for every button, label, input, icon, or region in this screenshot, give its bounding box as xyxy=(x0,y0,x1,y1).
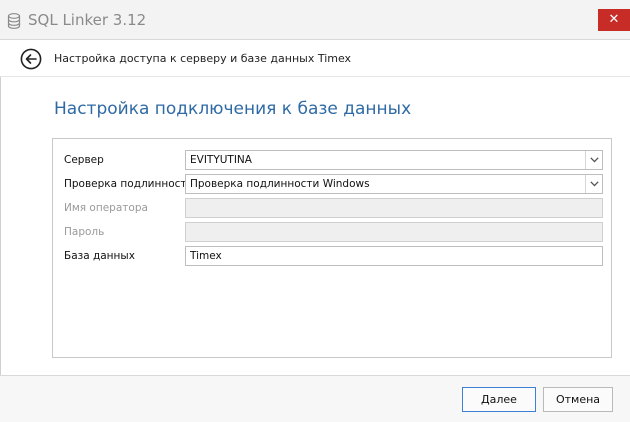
back-arrow-icon[interactable] xyxy=(20,48,42,70)
database-value: Timex xyxy=(190,250,222,262)
server-dropdown-button[interactable] xyxy=(585,151,602,169)
user-field[interactable] xyxy=(185,198,603,218)
auth-value: Проверка подлинности Windows xyxy=(190,178,370,190)
chevron-down-icon xyxy=(590,181,599,187)
password-label: Пароль xyxy=(64,226,105,238)
database-field[interactable]: Timex xyxy=(185,246,603,266)
next-button[interactable]: Далее xyxy=(462,387,536,412)
password-field[interactable] xyxy=(185,222,603,242)
window-title: SQL Linker 3.12 xyxy=(28,11,147,29)
auth-dropdown-button[interactable] xyxy=(585,175,602,193)
database-label: База данных xyxy=(64,250,135,262)
app-window: SQL Linker 3.12 ✕ Настройка доступа к се… xyxy=(0,0,630,422)
chevron-down-icon xyxy=(590,157,599,163)
nav-title: Настройка доступа к серверу и базе данны… xyxy=(54,52,352,65)
server-label: Сервер xyxy=(64,154,104,166)
title-bar[interactable]: SQL Linker 3.12 ✕ xyxy=(0,0,630,40)
database-icon xyxy=(7,13,21,29)
server-combobox[interactable]: EVITYUTINA xyxy=(185,150,603,170)
close-icon: ✕ xyxy=(608,12,620,27)
auth-combobox[interactable]: Проверка подлинности Windows xyxy=(185,174,603,194)
close-button[interactable]: ✕ xyxy=(598,9,630,31)
cancel-button[interactable]: Отмена xyxy=(543,387,613,412)
window-left-border xyxy=(0,40,1,422)
user-label: Имя оператора xyxy=(64,202,148,214)
page-title: Настройка подключения к базе данных xyxy=(54,99,412,119)
nav-bar: Настройка доступа к серверу и базе данны… xyxy=(0,40,630,77)
auth-label: Проверка подлинности xyxy=(64,178,194,190)
server-value: EVITYUTINA xyxy=(190,154,252,166)
